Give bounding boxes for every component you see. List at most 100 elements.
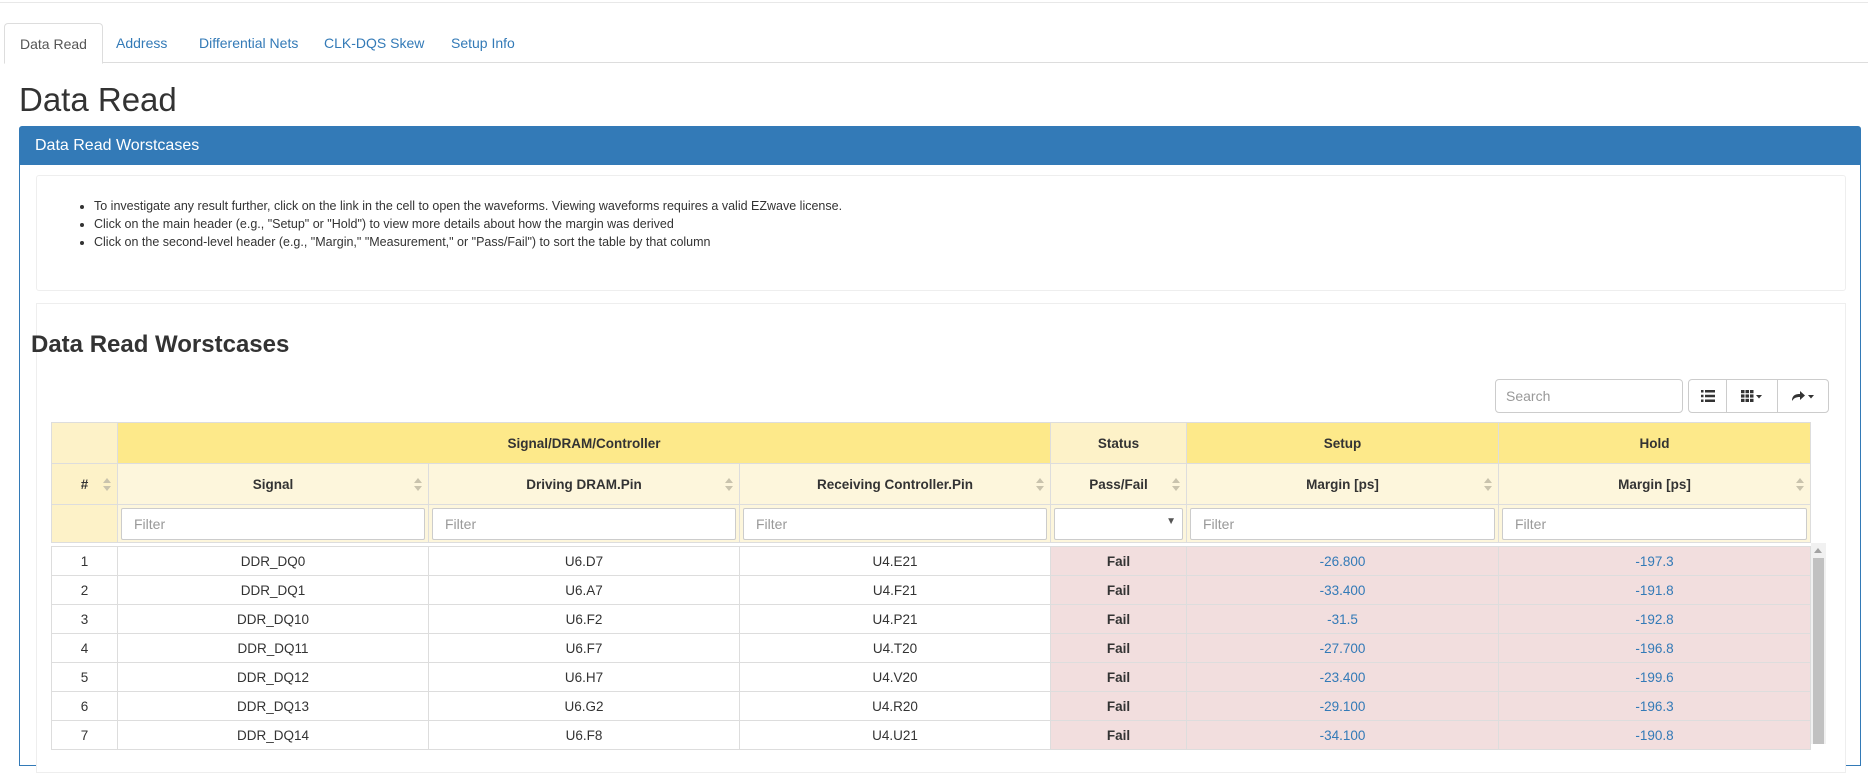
receiving-filter-input[interactable] bbox=[743, 507, 1047, 540]
setup-margin-link[interactable]: -27.700 bbox=[1186, 633, 1499, 663]
tab-differential-nets[interactable]: Differential Nets bbox=[184, 23, 313, 64]
group-header-status[interactable]: Status bbox=[1050, 422, 1187, 464]
row-number-cell: 2 bbox=[51, 575, 118, 605]
filter-cell bbox=[1186, 504, 1499, 543]
passfail-filter-select[interactable]: ▼ bbox=[1054, 507, 1183, 540]
signal-cell: DDR_DQ10 bbox=[117, 604, 429, 634]
pass-fail-cell: Fail bbox=[1050, 633, 1187, 663]
page-title: Data Read bbox=[19, 81, 177, 118]
group-header-hold[interactable]: Hold bbox=[1498, 422, 1811, 464]
results-table-wrapper: Signal/DRAM/Controller Status Setup Hold… bbox=[51, 422, 1830, 752]
table-title: Data Read Worstcases bbox=[31, 331, 290, 358]
sort-icon bbox=[103, 477, 111, 493]
sort-icon bbox=[1036, 477, 1044, 493]
columns-icon bbox=[1741, 390, 1762, 402]
row-number-cell: 6 bbox=[51, 691, 118, 721]
instruction-item: To investigate any result further, click… bbox=[94, 197, 842, 215]
group-header-signal[interactable]: Signal/DRAM/Controller bbox=[117, 422, 1051, 464]
column-header-num-label: # bbox=[80, 476, 89, 492]
sort-icon bbox=[725, 477, 733, 493]
table-row: 6 DDR_DQ13 U6.G2 U4.R20 Fail -29.100 -196.3 bbox=[51, 691, 1811, 721]
list-view-icon bbox=[1700, 390, 1715, 402]
signal-cell: DDR_DQ12 bbox=[117, 662, 429, 692]
signal-cell: DDR_DQ1 bbox=[117, 575, 429, 605]
receiving-pin-cell: U4.R20 bbox=[739, 691, 1051, 721]
table-row: 2 DDR_DQ1 U6.A7 U4.F21 Fail -33.400 -191.8 bbox=[51, 575, 1811, 605]
table-body: 1 DDR_DQ0 U6.D7 U4.E21 Fail -26.800 -197.3 2 DDR… bbox=[51, 546, 1811, 750]
tab-bar: Data Read Address Differential Nets CLK-… bbox=[4, 23, 1868, 64]
setup-margin-link[interactable]: -23.400 bbox=[1186, 662, 1499, 692]
filter-cell bbox=[117, 504, 429, 543]
group-header-setup[interactable]: Setup bbox=[1186, 422, 1499, 464]
table-row: 1 DDR_DQ0 U6.D7 U4.E21 Fail -26.800 -197.3 bbox=[51, 546, 1811, 576]
instructions-list: To investigate any result further, click… bbox=[37, 197, 842, 251]
hold-margin-link[interactable]: -196.3 bbox=[1498, 691, 1811, 721]
hold-filter-input[interactable] bbox=[1502, 507, 1807, 540]
hold-margin-link[interactable]: -190.8 bbox=[1498, 720, 1811, 750]
driving-pin-cell: U6.F2 bbox=[428, 604, 740, 634]
filter-cell-num bbox=[51, 504, 118, 543]
instruction-item: Click on the second-level header (e.g., … bbox=[94, 233, 842, 251]
search-input[interactable] bbox=[1495, 379, 1683, 413]
pass-fail-cell: Fail bbox=[1050, 575, 1187, 605]
setup-margin-link[interactable]: -26.800 bbox=[1186, 546, 1499, 576]
row-number-cell: 1 bbox=[51, 546, 118, 576]
scroll-up-icon[interactable] bbox=[1814, 548, 1822, 553]
receiving-pin-cell: U4.V20 bbox=[739, 662, 1051, 692]
column-header-receiving-label: Receiving Controller.Pin bbox=[816, 476, 974, 492]
row-number-cell: 7 bbox=[51, 720, 118, 750]
pass-fail-cell: Fail bbox=[1050, 604, 1187, 634]
hold-margin-link[interactable]: -191.8 bbox=[1498, 575, 1811, 605]
setup-margin-link[interactable]: -33.400 bbox=[1186, 575, 1499, 605]
filter-cell bbox=[1498, 504, 1811, 543]
signal-filter-input[interactable] bbox=[121, 507, 425, 540]
hold-margin-link[interactable]: -196.8 bbox=[1498, 633, 1811, 663]
table-row: 7 DDR_DQ14 U6.F8 U4.U21 Fail -34.100 -190.8 bbox=[51, 720, 1811, 750]
tab-address[interactable]: Address bbox=[101, 23, 182, 64]
column-header-hold-margin[interactable]: Margin [ps] bbox=[1498, 463, 1811, 505]
receiving-pin-cell: U4.U21 bbox=[739, 720, 1051, 750]
driving-pin-cell: U6.F7 bbox=[428, 633, 740, 663]
hold-margin-link[interactable]: -197.3 bbox=[1498, 546, 1811, 576]
scrollbar-thumb[interactable] bbox=[1813, 558, 1824, 744]
results-table: Signal/DRAM/Controller Status Setup Hold… bbox=[51, 422, 1811, 750]
setup-filter-input[interactable] bbox=[1190, 507, 1495, 540]
driving-pin-cell: U6.G2 bbox=[428, 691, 740, 721]
list-view-button[interactable] bbox=[1688, 379, 1727, 413]
driving-pin-cell: U6.F8 bbox=[428, 720, 740, 750]
table-scrollbar[interactable] bbox=[1811, 543, 1826, 744]
tab-data-read[interactable]: Data Read bbox=[4, 23, 103, 64]
pass-fail-cell: Fail bbox=[1050, 720, 1187, 750]
signal-cell: DDR_DQ11 bbox=[117, 633, 429, 663]
column-header-receiving[interactable]: Receiving Controller.Pin bbox=[739, 463, 1051, 505]
pass-fail-cell: Fail bbox=[1050, 691, 1187, 721]
pass-fail-cell: Fail bbox=[1050, 546, 1187, 576]
column-header-num[interactable]: # bbox=[51, 463, 118, 505]
filter-cell: ▼ bbox=[1050, 504, 1187, 543]
column-header-signal-label: Signal bbox=[252, 476, 294, 492]
setup-margin-link[interactable]: -29.100 bbox=[1186, 691, 1499, 721]
column-header-driving-label: Driving DRAM.Pin bbox=[526, 476, 642, 492]
column-header-driving[interactable]: Driving DRAM.Pin bbox=[428, 463, 740, 505]
signal-cell: DDR_DQ0 bbox=[117, 546, 429, 576]
receiving-pin-cell: U4.P21 bbox=[739, 604, 1051, 634]
tab-clk-dqs-skew[interactable]: CLK-DQS Skew bbox=[309, 23, 439, 64]
setup-margin-link[interactable]: -31.5 bbox=[1186, 604, 1499, 634]
column-header-setup-margin[interactable]: Margin [ps] bbox=[1186, 463, 1499, 505]
sort-icon bbox=[1172, 477, 1180, 493]
panel-heading: Data Read Worstcases bbox=[20, 127, 1860, 165]
hold-margin-link[interactable]: -199.6 bbox=[1498, 662, 1811, 692]
setup-margin-link[interactable]: -34.100 bbox=[1186, 720, 1499, 750]
export-button[interactable] bbox=[1777, 379, 1829, 413]
table-row: 4 DDR_DQ11 U6.F7 U4.T20 Fail -27.700 -196.8 bbox=[51, 633, 1811, 663]
hold-margin-link[interactable]: -192.8 bbox=[1498, 604, 1811, 634]
receiving-pin-cell: U4.E21 bbox=[739, 546, 1051, 576]
columns-button[interactable] bbox=[1726, 379, 1778, 413]
driving-filter-input[interactable] bbox=[432, 507, 736, 540]
column-header-setup-margin-label: Margin [ps] bbox=[1306, 476, 1379, 492]
column-header-signal[interactable]: Signal bbox=[117, 463, 429, 505]
tab-setup-info[interactable]: Setup Info bbox=[436, 23, 530, 64]
driving-pin-cell: U6.H7 bbox=[428, 662, 740, 692]
export-icon bbox=[1792, 391, 1814, 401]
column-header-passfail[interactable]: Pass/Fail bbox=[1050, 463, 1187, 505]
